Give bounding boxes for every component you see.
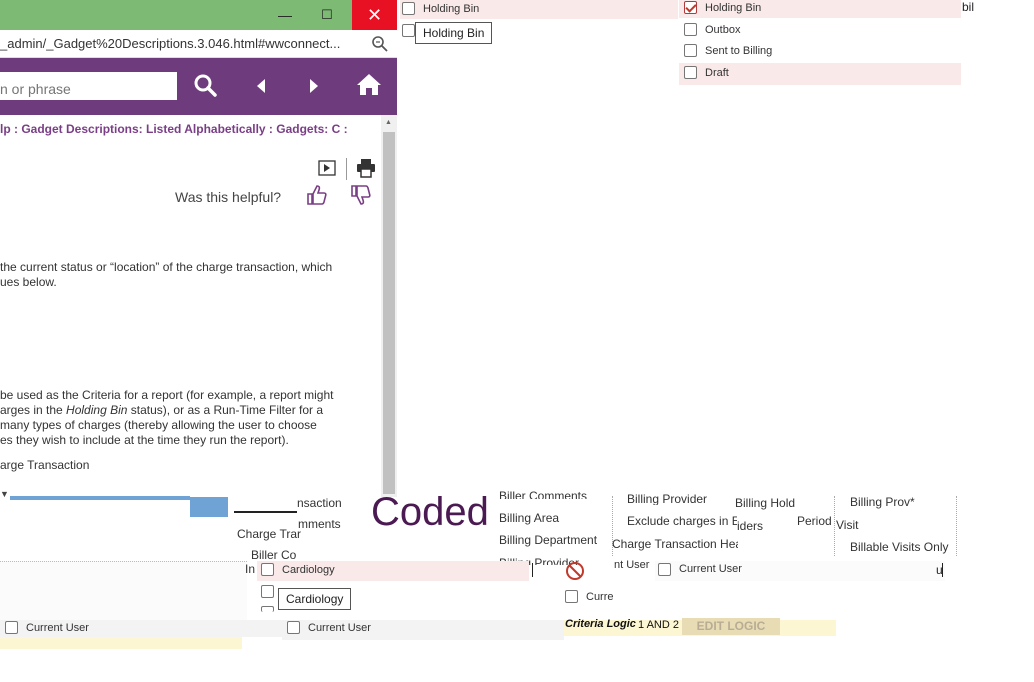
- paragraph-line: many types of charges (thereby allowing …: [0, 418, 317, 432]
- gadget-item[interactable]: iders: [737, 519, 763, 533]
- helpful-question: Was this helpful?: [175, 189, 282, 205]
- column-divider: [956, 496, 957, 556]
- current-user-checkbox[interactable]: [5, 621, 18, 634]
- list-checkbox[interactable]: [261, 606, 274, 612]
- gadget-item[interactable]: Billing Department: [499, 533, 597, 547]
- list-item-label: Holding Bin: [423, 3, 480, 15]
- cardiology-checkbox[interactable]: [261, 563, 274, 576]
- minimize-button[interactable]: —: [270, 0, 300, 30]
- list-item-label: Sent to Billing: [705, 45, 773, 57]
- gadget-item[interactable]: Billing Provider: [627, 492, 707, 505]
- stray-text: In: [245, 562, 256, 576]
- column-divider: [834, 496, 835, 556]
- toolbar-divider: [346, 158, 347, 180]
- address-bar[interactable]: _admin/_Gadget%20Descriptions.3.046.html…: [0, 30, 397, 58]
- list-item-label: Current User: [679, 563, 742, 575]
- scroll-up-icon[interactable]: ▲: [385, 119, 392, 126]
- gadget-item[interactable]: Biller Co: [251, 548, 296, 562]
- panel: [0, 637, 242, 649]
- gadget-item[interactable]: nsaction: [297, 496, 342, 510]
- close-button[interactable]: ✕: [352, 0, 397, 30]
- paragraph-line: arge Transaction: [0, 458, 90, 472]
- progress-block: [190, 497, 228, 517]
- holding-bin-checkbox[interactable]: [402, 2, 415, 15]
- expand-icon[interactable]: [318, 160, 336, 181]
- address-text: _admin/_Gadget%20Descriptions.3.046.html…: [0, 36, 341, 51]
- gadget-item[interactable]: Visit: [836, 518, 858, 532]
- list-item-label: Draft: [705, 67, 729, 79]
- gadget-item[interactable]: Exclude charges in E: [627, 514, 737, 528]
- thumbs-down-icon[interactable]: [350, 184, 372, 211]
- list-item-label: Curre: [586, 591, 614, 603]
- zoom-icon[interactable]: [371, 35, 389, 53]
- thumbs-up-icon[interactable]: [306, 184, 328, 211]
- paragraph-line: es they wish to include at the time they…: [0, 433, 289, 447]
- criteria-logic-value: 1 AND 2: [638, 619, 679, 631]
- paragraph-line: be used as the Criteria for a report (fo…: [0, 388, 334, 402]
- tooltip: Cardiology: [278, 588, 352, 610]
- list-checkbox[interactable]: [261, 585, 274, 598]
- tooltip: Holding Bin: [415, 22, 493, 44]
- breadcrumb[interactable]: lp : Gadget Descriptions: Listed Alphabe…: [0, 122, 348, 136]
- outbox-checkbox[interactable]: [684, 23, 697, 36]
- current-user-checkbox[interactable]: [565, 590, 578, 603]
- criteria-logic-label: Criteria Logic: [565, 618, 636, 630]
- paragraph-line: the current status or “location” of the …: [0, 260, 333, 274]
- previous-arrow-icon[interactable]: [255, 77, 267, 100]
- coded-text: Coded: [371, 490, 489, 534]
- gadget-item[interactable]: Billing Prov*: [850, 495, 915, 509]
- text-input-underline[interactable]: [234, 495, 297, 513]
- list-item-label: Holding Bin: [705, 2, 762, 14]
- list-item-label: nt User: [614, 559, 650, 571]
- sent-to-billing-checkbox[interactable]: [684, 44, 697, 57]
- holding-bin-checkbox-checked[interactable]: [684, 1, 697, 14]
- text-cursor: [942, 563, 943, 577]
- list-item-label: Cardiology: [282, 564, 335, 576]
- gadget-item[interactable]: Biller Comments: [499, 489, 587, 499]
- corner-text: bil: [962, 0, 975, 14]
- home-icon[interactable]: [356, 72, 382, 102]
- list-item-label: Outbox: [705, 24, 741, 36]
- current-user-checkbox[interactable]: [287, 621, 300, 634]
- current-user-checkbox[interactable]: [658, 563, 671, 576]
- list-item-label: Current User: [26, 622, 89, 634]
- progress-bar: [10, 496, 190, 500]
- search-input[interactable]: [0, 72, 177, 100]
- search-icon[interactable]: [193, 73, 217, 103]
- maximize-button[interactable]: ☐: [312, 0, 342, 30]
- gadget-item[interactable]: Billing Hold: [735, 496, 795, 510]
- gadget-item[interactable]: Period: [797, 514, 832, 528]
- list-item-label: Current User: [308, 622, 371, 634]
- gadget-item[interactable]: mments: [298, 517, 341, 531]
- text-cursor: [532, 563, 533, 577]
- scrollbar-thumb[interactable]: [383, 132, 395, 494]
- next-arrow-icon[interactable]: [308, 77, 320, 100]
- gadget-item[interactable]: Charge Trar: [237, 527, 301, 541]
- panel: [0, 561, 247, 621]
- list-checkbox[interactable]: [402, 24, 415, 37]
- gadget-item[interactable]: Billing Area: [499, 511, 559, 525]
- gadget-item[interactable]: Charge Transaction Hea: [612, 537, 738, 551]
- paragraph-line: arges in the Holding Bin status), or as …: [0, 403, 324, 417]
- gadget-item[interactable]: Billable Visits Only: [850, 540, 948, 554]
- paragraph-line: ues below.: [0, 275, 57, 289]
- print-icon[interactable]: [356, 158, 376, 183]
- draft-checkbox[interactable]: [684, 66, 697, 79]
- no-entry-icon[interactable]: [565, 561, 585, 586]
- edit-logic-button[interactable]: EDIT LOGIC: [682, 618, 780, 635]
